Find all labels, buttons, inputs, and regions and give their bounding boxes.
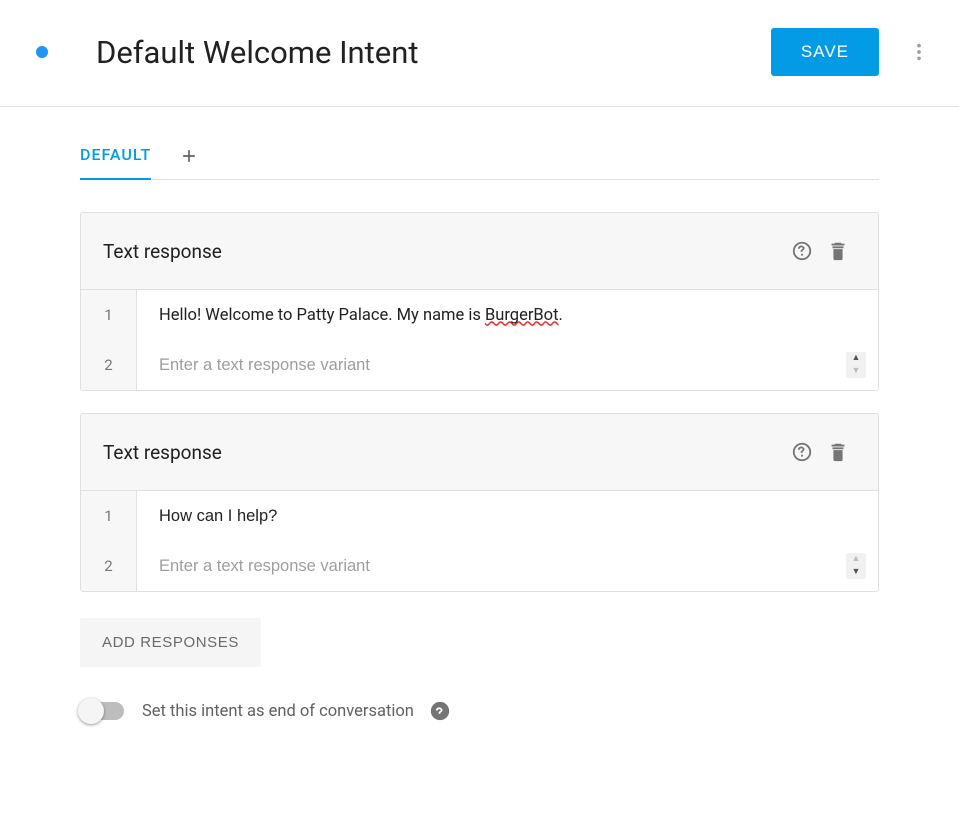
save-button[interactable]: SAVE [771,28,879,76]
content-area: DEFAULT Text response 1 Hello [0,107,959,723]
delete-button[interactable] [820,233,856,269]
trash-icon [827,441,849,463]
help-button[interactable] [428,699,452,723]
kebab-menu-icon [908,41,930,63]
help-button[interactable] [784,434,820,470]
table-row: 1 Hello! Welcome to Patty Palace. My nam… [81,290,878,340]
delete-button[interactable] [820,434,856,470]
end-of-conversation-row: Set this intent as end of conversation [80,699,879,723]
intent-status-dot [36,46,48,58]
row-stepper[interactable]: ▲ ▼ [846,553,866,579]
row-number: 1 [81,290,137,340]
text-response-card-header: Text response [81,414,878,491]
help-circle-icon [791,240,813,262]
more-actions-button[interactable] [899,32,939,72]
plus-icon [179,146,199,166]
intent-title-input[interactable]: Default Welcome Intent [96,34,771,71]
stepper-up-icon[interactable]: ▲ [846,553,866,566]
end-of-conversation-label: Set this intent as end of conversation [142,702,414,721]
text-response-title: Text response [103,441,784,464]
table-row: 2 ▲ ▼ [81,541,878,591]
stepper-down-icon[interactable]: ▼ [846,365,866,378]
table-row: 2 ▲ ▼ [81,340,878,390]
row-number: 2 [81,340,137,390]
end-of-conversation-toggle[interactable] [80,702,124,720]
text-response-input[interactable] [137,348,846,383]
toggle-knob [78,698,104,724]
row-number: 2 [81,541,137,591]
text-response-card: Text response 1 2 ▲ [80,413,879,592]
text-response-card: Text response 1 Hello! Welcome to Patty … [80,212,879,391]
text-response-title: Text response [103,240,784,263]
response-platform-tabs: DEFAULT [80,145,879,180]
help-circle-icon [429,700,451,722]
row-number: 1 [81,491,137,541]
help-button[interactable] [784,233,820,269]
stepper-up-icon[interactable]: ▲ [846,352,866,365]
text-response-input[interactable] [137,499,866,534]
add-responses-button[interactable]: ADD RESPONSES [80,618,261,667]
trash-icon [827,240,849,262]
stepper-down-icon[interactable]: ▼ [846,566,866,579]
tab-default[interactable]: DEFAULT [80,145,151,180]
text-response-input[interactable]: Hello! Welcome to Patty Palace. My name … [137,298,866,333]
help-circle-icon [791,441,813,463]
text-response-card-header: Text response [81,213,878,290]
text-response-input[interactable] [137,549,846,584]
page-header: Default Welcome Intent SAVE [0,0,959,107]
table-row: 1 [81,491,878,541]
add-tab-button[interactable] [179,146,199,178]
row-stepper[interactable]: ▲ ▼ [846,352,866,378]
